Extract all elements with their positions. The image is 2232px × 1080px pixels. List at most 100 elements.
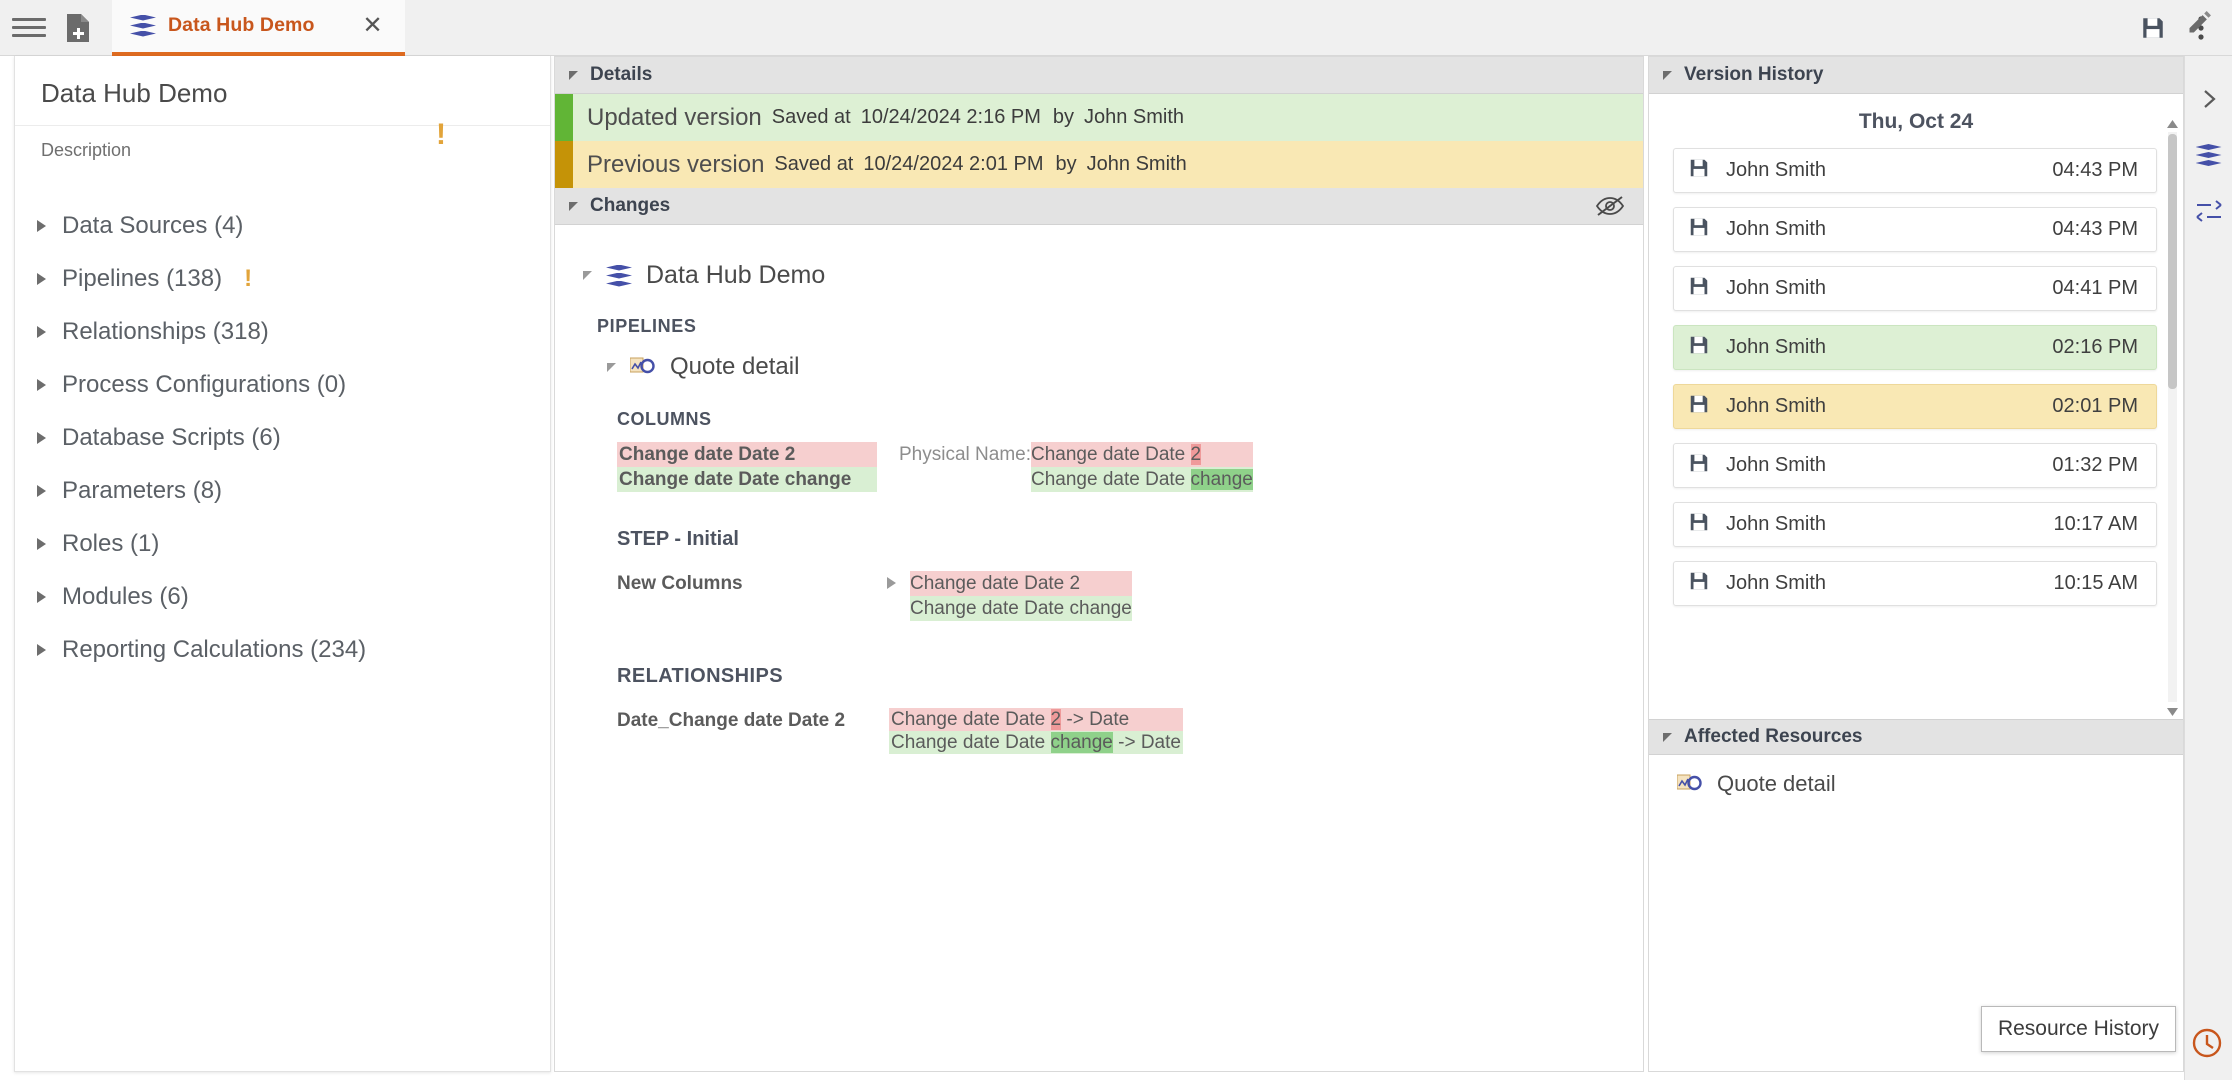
tab-data-hub-demo[interactable]: Data Hub Demo ✕	[112, 0, 405, 56]
right-panel: Version History Thu, Oct 24 John Smith 0…	[1648, 56, 2184, 1072]
version-history-user: John Smith	[1726, 218, 1827, 240]
new-columns-values: Change date Date 2 Change date Date chan…	[910, 571, 1132, 621]
version-history-time: 04:43 PM	[2052, 159, 2138, 181]
pencil-icon[interactable]	[2186, 8, 2226, 48]
sidebar-item-process-configurations[interactable]: Process Configurations (0)	[15, 358, 550, 411]
previous-user: John Smith	[1086, 153, 1187, 175]
version-history-item[interactable]: John Smith 10:17 AM	[1673, 502, 2157, 547]
pipeline-icon	[1676, 774, 1703, 794]
save-icon	[1688, 393, 1710, 420]
updated-version-row[interactable]: Updated version Saved at 10/24/2024 2:16…	[555, 94, 1643, 141]
save-icon	[1688, 452, 1710, 479]
tab-label: Data Hub Demo	[168, 14, 315, 36]
version-history-scrollbar-thumb[interactable]	[2168, 134, 2177, 389]
eye-off-icon[interactable]	[1595, 194, 1625, 218]
version-history-item[interactable]: John Smith 01:32 PM	[1673, 443, 2157, 488]
version-history-time: 04:43 PM	[2052, 218, 2138, 240]
sidebar-item-parameters[interactable]: Parameters (8)	[15, 464, 550, 517]
version-history-item-selected-updated[interactable]: John Smith 02:16 PM	[1673, 325, 2157, 370]
relationship-added-highlight: change	[1050, 732, 1113, 753]
affected-resource-name: Quote detail	[1717, 771, 1836, 796]
sidebar-item-data-sources[interactable]: Data Sources (4)	[15, 199, 550, 252]
chevron-right-icon	[37, 590, 46, 603]
changes-header-label: Changes	[590, 195, 671, 216]
sidebar-item-warning: !	[244, 264, 253, 292]
sidebar-item-reporting-calculations[interactable]: Reporting Calculations (234)	[15, 623, 550, 676]
chevron-right-icon	[37, 272, 46, 285]
pipeline-row[interactable]: Quote detail	[555, 353, 1643, 381]
sidebar-item-relationships[interactable]: Relationships (318)	[15, 305, 550, 358]
version-history-item[interactable]: John Smith 04:43 PM	[1673, 148, 2157, 193]
sidebar-tree: Data Sources (4) Pipelines (138) ! Relat…	[15, 161, 550, 676]
collapse-triangle-icon[interactable]	[569, 70, 578, 80]
sidebar-item-label: Pipelines (138)	[62, 264, 223, 292]
relationship-added-line: Change date Date change -> Date	[889, 731, 1183, 754]
version-history-item[interactable]: John Smith 04:41 PM	[1673, 266, 2157, 311]
version-history-item[interactable]: John Smith 04:43 PM	[1673, 207, 2157, 252]
layers-icon	[130, 14, 156, 37]
affected-resource-item[interactable]: Quote detail	[1649, 755, 2183, 797]
pipeline-name: Quote detail	[670, 353, 800, 380]
pipelines-section-label: PIPELINES	[597, 316, 697, 336]
details-header-label: Details	[590, 64, 653, 85]
version-history-header[interactable]: Version History	[1649, 57, 2183, 94]
physical-name-values: Change date Date 2 Change date Date chan…	[1031, 442, 1253, 492]
diff-tree: Data Hub Demo PIPELINES Quote detail COL…	[555, 225, 1643, 754]
version-history-item-selected-previous[interactable]: John Smith 02:01 PM	[1673, 384, 2157, 429]
physical-added-prefix: Change date Date	[1031, 469, 1191, 490]
sidebar-item-label: Modules (6)	[62, 582, 189, 610]
save-icon[interactable]	[2132, 7, 2174, 49]
changes-header[interactable]: Changes	[555, 188, 1643, 225]
chevron-right-icon	[37, 378, 46, 391]
tooltip-resource-history: Resource History	[1980, 1006, 2176, 1052]
history-clock-icon[interactable]	[2190, 1026, 2226, 1062]
details-header[interactable]: Details	[555, 57, 1643, 94]
collapse-triangle-icon[interactable]	[583, 271, 592, 280]
version-history-list: Thu, Oct 24 John Smith 04:43 PM John Smi…	[1649, 94, 2183, 719]
updated-by-label: by	[1052, 106, 1074, 128]
physical-name-label: Physical Name:	[899, 444, 1031, 465]
right-rail	[2184, 56, 2232, 1080]
scroll-down-icon[interactable]	[2166, 704, 2179, 717]
relations-icon[interactable]	[2191, 194, 2227, 228]
version-history-time: 10:17 AM	[2053, 513, 2138, 535]
version-history-time: 01:32 PM	[2052, 454, 2138, 476]
expand-arrow-icon[interactable]	[887, 577, 896, 589]
sidebar-item-label: Database Scripts (6)	[62, 423, 281, 451]
scroll-up-icon[interactable]	[2166, 116, 2179, 129]
diff-root-row[interactable]: Data Hub Demo	[555, 261, 1643, 290]
sidebar-item-modules[interactable]: Modules (6)	[15, 570, 550, 623]
version-history-item[interactable]: John Smith 10:15 AM	[1673, 561, 2157, 606]
collapse-triangle-icon[interactable]	[607, 362, 616, 372]
physical-removed-prefix: Change date Date	[1031, 444, 1191, 465]
collapse-triangle-icon[interactable]	[1663, 70, 1672, 80]
sidebar-item-roles[interactable]: Roles (1)	[15, 517, 550, 570]
chevron-right-icon	[37, 219, 46, 232]
affected-resources-header[interactable]: Affected Resources	[1649, 719, 2183, 755]
relationship-removed-line: Change date Date 2 -> Date	[889, 708, 1183, 731]
version-history-time: 10:15 AM	[2053, 572, 2138, 594]
layers-icon[interactable]	[2191, 138, 2227, 172]
chevron-right-icon	[37, 431, 46, 444]
collapse-triangle-icon[interactable]	[569, 201, 578, 211]
new-columns-added: Change date Date change	[910, 596, 1132, 621]
hamburger-menu-icon[interactable]	[12, 16, 46, 40]
new-document-icon[interactable]	[58, 8, 98, 48]
close-icon[interactable]: ✕	[362, 13, 382, 38]
updated-timestamp: 10/24/2024 2:16 PM	[860, 106, 1041, 128]
previous-version-row[interactable]: Previous version Saved at 10/24/2024 2:0…	[555, 141, 1643, 188]
new-columns-label: New Columns	[617, 573, 743, 594]
version-history-user: John Smith	[1726, 336, 1827, 358]
relationship-added-suffix: -> Date	[1112, 732, 1181, 753]
collapse-triangle-icon[interactable]	[1663, 732, 1672, 742]
resource-sidebar: Data Hub Demo ! Description Data Sources…	[14, 56, 551, 1072]
columns-diff-names: Change date Date 2 Change date Date chan…	[617, 442, 877, 492]
sidebar-item-label: Relationships (318)	[62, 317, 269, 345]
diff-added-line: Change date Date change	[617, 467, 877, 492]
chevron-right-icon[interactable]	[2191, 82, 2227, 116]
sidebar-item-database-scripts[interactable]: Database Scripts (6)	[15, 411, 550, 464]
sidebar-item-pipelines[interactable]: Pipelines (138) !	[15, 252, 550, 305]
sidebar-item-label: Parameters (8)	[62, 476, 223, 504]
previous-saved-at-label: Saved at	[774, 153, 854, 175]
new-columns-removed: Change date Date 2	[910, 571, 1132, 596]
